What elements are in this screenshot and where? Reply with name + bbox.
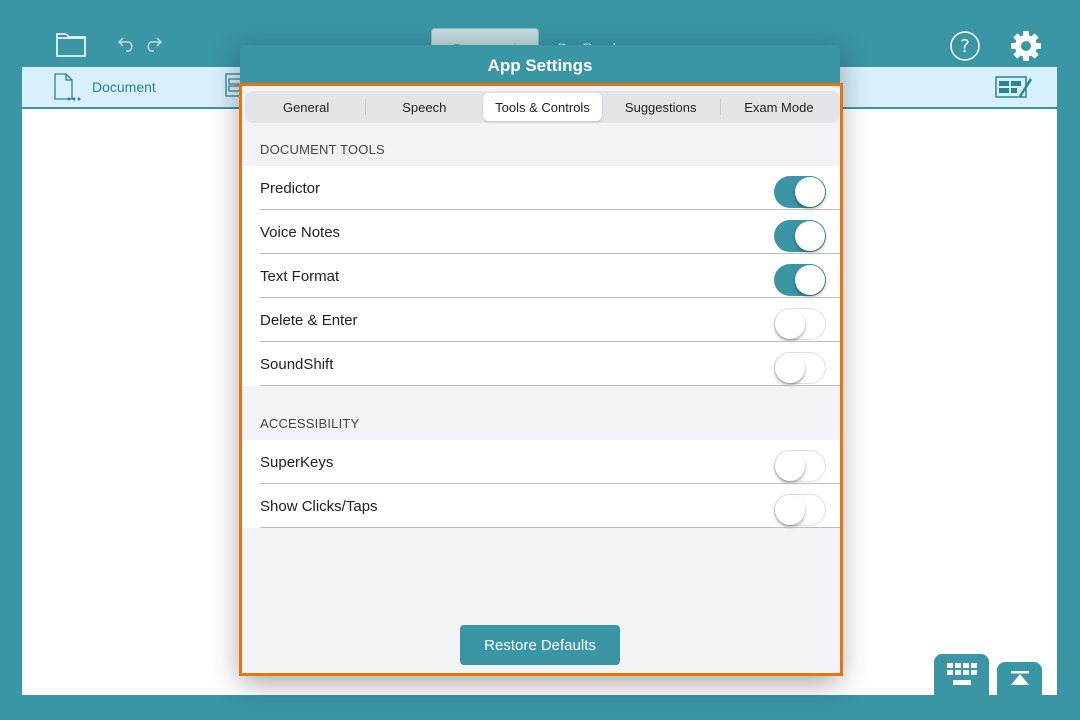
tab-tools-controls[interactable]: Tools & Controls (483, 93, 602, 121)
restore-defaults-button[interactable]: Restore Defaults (460, 625, 620, 665)
toggle-knob (795, 221, 825, 251)
toggle-knob (775, 451, 805, 481)
soundshift-toggle[interactable] (774, 352, 826, 384)
settings-button[interactable] (1009, 29, 1043, 63)
section-title-accessibility: ACCESSIBILITY (260, 416, 360, 431)
toggle-knob (795, 177, 825, 207)
settings-modal: General Speech Tools & Controls Suggesti… (239, 83, 843, 676)
superkeys-toggle[interactable] (774, 450, 826, 482)
setting-label: SuperKeys (260, 453, 334, 471)
tab-suggestions[interactable]: Suggestions (602, 93, 720, 121)
setting-row-superkeys[interactable]: SuperKeys (242, 440, 840, 484)
toggle-knob (775, 495, 805, 525)
section-title-document-tools: DOCUMENT TOOLS (260, 142, 385, 157)
tab-exam-mode[interactable]: Exam Mode (719, 93, 838, 121)
undo-button[interactable] (117, 33, 137, 55)
open-folder-button[interactable] (54, 28, 88, 60)
modal-title: App Settings (240, 45, 840, 85)
scroll-to-top-button[interactable] (997, 662, 1042, 695)
setting-label: Voice Notes (260, 223, 341, 241)
toggle-knob (775, 309, 805, 339)
setting-row-delete-enter[interactable]: Delete & Enter (242, 298, 840, 342)
tab-general[interactable]: General (247, 93, 365, 121)
setting-row-soundshift[interactable]: SoundShift (242, 342, 840, 386)
settings-tabs: General Speech Tools & Controls Suggesti… (245, 91, 840, 123)
toggle-knob (775, 353, 805, 383)
show-clicks-taps-toggle[interactable] (774, 494, 826, 526)
document-label: Document (92, 79, 156, 95)
document-tools-section: Predictor Voice Notes Text Format Delete… (242, 166, 840, 386)
help-button[interactable]: ? (949, 30, 981, 62)
svg-text:?: ? (960, 36, 970, 57)
voice-notes-toggle[interactable] (774, 220, 826, 252)
tab-speech[interactable]: Speech (365, 93, 483, 121)
text-format-toggle[interactable] (774, 264, 826, 296)
setting-row-text-format[interactable]: Text Format (242, 254, 840, 298)
gear-icon (1011, 31, 1041, 61)
accessibility-section: SuperKeys Show Clicks/Taps (242, 440, 840, 528)
keyboard-button[interactable] (934, 654, 989, 695)
document-icon (54, 73, 81, 101)
redo-button[interactable] (143, 33, 163, 55)
undo-icon (118, 37, 133, 52)
predictor-toggle[interactable] (774, 176, 826, 208)
setting-label: Predictor (260, 179, 321, 197)
keyboard-icon (946, 662, 977, 685)
edit-grid-icon (995, 76, 1032, 98)
setting-label: Show Clicks/Taps (260, 497, 378, 515)
setting-label: Delete & Enter (260, 311, 358, 329)
setting-row-voice-notes[interactable]: Voice Notes (242, 210, 840, 254)
folder-icon (56, 33, 86, 57)
document-button[interactable]: Document (54, 73, 156, 101)
help-icon: ? (950, 31, 980, 61)
redo-icon (147, 37, 162, 52)
delete-enter-toggle[interactable] (774, 308, 826, 340)
setting-row-predictor[interactable]: Predictor (242, 166, 840, 210)
setting-label: SoundShift (260, 355, 334, 373)
setting-label: Text Format (260, 267, 340, 285)
toggle-knob (795, 265, 825, 295)
scroll-to-top-icon (1010, 670, 1029, 685)
setting-row-show-clicks-taps[interactable]: Show Clicks/Taps (242, 484, 840, 528)
edit-grid-button[interactable] (995, 75, 1033, 99)
